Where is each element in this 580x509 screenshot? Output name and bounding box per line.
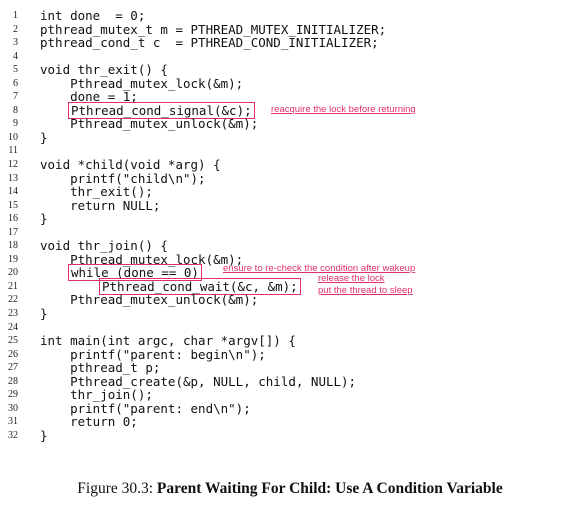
code-line-30: 30 printf("parent: end\n"); (0, 402, 580, 416)
code-line-15: 15 return NULL; (0, 199, 580, 213)
code-text: void thr_exit() { (40, 62, 168, 78)
code-line-10: 10} (0, 131, 580, 145)
line-number: 3 (13, 37, 18, 49)
code-line-26: 26 printf("parent: begin\n"); (0, 348, 580, 362)
line-number: 5 (13, 64, 18, 76)
code-line-1: 1 int done = 0; (0, 9, 580, 23)
line-number: 17 (8, 226, 18, 238)
line-number: 25 (8, 335, 18, 347)
code-line-6: 6 Pthread_mutex_lock(&m); (0, 77, 580, 91)
line-number: 32 (8, 429, 18, 441)
line-number: 13 (8, 172, 18, 184)
line-number: 22 (8, 294, 18, 306)
code-line-32: 32} (0, 429, 580, 443)
annotation-release: release the lock (318, 272, 385, 284)
code-text: printf("parent: begin\n"); (40, 346, 266, 362)
code-text: Pthread_mutex_unlock(&m); (40, 292, 259, 308)
code-line-3: 3 pthread_cond_t c = PTHREAD_COND_INITIAL… (0, 36, 580, 50)
line-number: 24 (8, 321, 18, 333)
code-line-14: 14 thr_exit(); (0, 185, 580, 199)
code-text: Pthread_mutex_lock(&m); (40, 75, 244, 91)
code-line-13: 13 printf("child\n"); (0, 172, 580, 186)
code-line-29: 29 thr_join(); (0, 388, 580, 402)
code-line-9: 9 Pthread_mutex_unlock(&m); (0, 117, 580, 131)
code-text: Pthread_create(&p, NULL, child, NULL); (40, 373, 357, 389)
code-line-28: 28 Pthread_create(&p, NULL, child, NULL)… (0, 375, 580, 389)
code-text: } (40, 427, 48, 443)
code-line-31: 31 return 0; (0, 415, 580, 429)
code-text: int main(int argc, char *argv[]) { (40, 333, 296, 349)
code-text: } (40, 129, 48, 145)
code-line-17: 17 (0, 226, 580, 240)
line-number: 2 (13, 23, 18, 35)
line-number: 19 (8, 253, 18, 265)
line-number: 16 (8, 213, 18, 225)
code-text: pthread_cond_t c = PTHREAD_COND_INITIALI… (40, 35, 379, 51)
code-line-11: 11 (0, 144, 580, 158)
line-number: 6 (13, 77, 18, 89)
code-text: printf("parent: end\n"); (40, 400, 251, 416)
code-text: int done = 0; (40, 8, 146, 23)
line-number: 1 (13, 10, 18, 21)
code-line-18: 18 void thr_join() { (0, 239, 580, 253)
code-text: void thr_join() { (40, 238, 168, 254)
code-line-21: 21 Pthread_cond_wait(&c, &m); release the … (0, 273, 580, 296)
line-number: 20 (8, 267, 18, 279)
code-line-2: 2 pthread_mutex_t m = PTHREAD_MUTEX_INITI… (0, 21, 580, 37)
code-line-25: 25 int main(int argc, char *argv[]) { (0, 334, 580, 348)
code-text: Pthread_cond_signal(&c); (68, 101, 255, 119)
line-number: 12 (8, 159, 18, 171)
code-text: printf("child\n"); (40, 170, 206, 186)
line-number: 7 (13, 91, 18, 103)
line-number: 18 (8, 240, 18, 252)
code-line-8: 8 Pthread_cond_signal(&c); reacquire the l… (0, 101, 580, 119)
line-number: 10 (8, 131, 18, 143)
line-number: 28 (8, 375, 18, 387)
code-line-22: 22 Pthread_mutex_unlock(&m); (0, 293, 580, 307)
code-line-16: 16} (0, 212, 580, 226)
annotation-reacquire: reacquire the lock before returning (271, 103, 416, 115)
caption-title: Parent Waiting For Child: Use A Conditio… (156, 480, 503, 497)
line-number: 26 (8, 348, 18, 360)
line-number: 27 (8, 362, 18, 374)
line-number: 23 (8, 308, 18, 320)
code-text: } (40, 211, 48, 227)
line-number: 29 (8, 389, 18, 401)
code-listing: 1 int done = 0; 2 pthread_mutex_t m = PTHR… (0, 9, 580, 443)
code-line-24: 24 (0, 321, 580, 335)
line-number: 15 (8, 199, 18, 211)
line-number: 4 (13, 50, 18, 62)
line-number: 9 (13, 118, 18, 130)
line-number: 8 (13, 104, 18, 116)
line-number: 30 (8, 402, 18, 414)
code-text: Pthread_cond_wait(&c, &m); (99, 277, 301, 295)
caption-prefix: Figure 30.3: (77, 480, 157, 497)
code-line-5: 5 void thr_exit() { (0, 63, 580, 77)
code-line-27: 27 pthread_t p; (0, 361, 580, 375)
code-text: Pthread_mutex_unlock(&m); (40, 116, 259, 132)
code-text: thr_exit(); (40, 184, 153, 200)
code-text: pthread_t p; (40, 360, 161, 376)
code-text: void *child(void *arg) { (40, 157, 221, 173)
code-text: } (40, 306, 48, 322)
code-line-23: 23} (0, 307, 580, 321)
code-text: return NULL; (40, 197, 161, 213)
line-number: 31 (8, 416, 18, 428)
line-number: 14 (8, 186, 18, 198)
code-line-12: 12 void *child(void *arg) { (0, 158, 580, 172)
code-text: pthread_mutex_t m = PTHREAD_MUTEX_INITIA… (40, 21, 387, 37)
line-number: 11 (8, 145, 18, 157)
code-text: return 0; (40, 414, 138, 430)
figure-caption: Figure 30.3: Parent Waiting For Child: U… (0, 480, 580, 498)
code-text: thr_join(); (40, 387, 153, 403)
line-number: 21 (8, 280, 18, 292)
code-line-4: 4 (0, 50, 580, 64)
